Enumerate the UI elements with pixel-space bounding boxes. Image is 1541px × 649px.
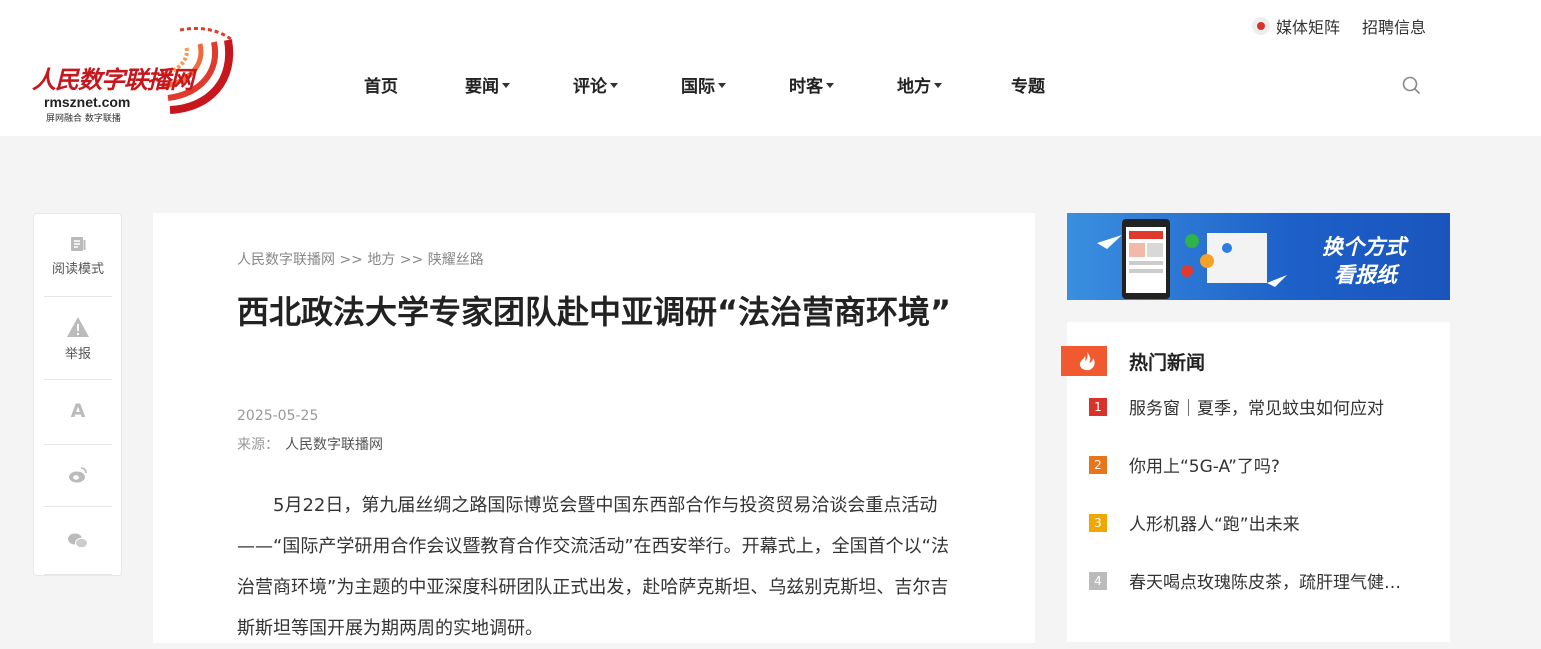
site-logo[interactable]: 人民数字联播网 rmsznet.com 屏网融合 数字联播 [30,20,240,125]
wechat-icon [68,533,88,549]
article-title: 西北政法大学专家团队赴中亚调研“法治营商环境” [237,293,952,331]
jobs-link[interactable]: 招聘信息 [1362,14,1426,38]
chevron-down-icon [934,82,942,88]
newspaper-app-illustration [1097,219,1287,299]
chevron-down-icon [718,82,726,88]
hot-item-link[interactable]: 服务窗｜夏季，常见蚊虫如何应对 [1129,399,1384,419]
nav-item-topics[interactable]: 专题 [1011,72,1045,97]
reading-mode-icon [71,237,86,251]
divider [44,444,112,445]
source-value: 人民数字联播网 [285,437,383,453]
source-label: 来源： [237,437,279,453]
chevron-down-icon [826,82,834,88]
report-label: 举报 [64,347,91,362]
logo-slogan: 屏网融合 数字联播 [46,114,121,124]
rank-badge: 1 [1089,398,1107,416]
weibo-icon [69,467,87,483]
site-header: 人民数字联播网 rmsznet.com 屏网融合 数字联播 媒体矩阵 招聘信息 … [0,0,1541,136]
font-size-button[interactable]: A [34,400,122,422]
nav-item-local[interactable]: 地方 [897,72,942,97]
read-newspaper-banner[interactable]: 换个方式 看报纸 [1067,213,1450,300]
hot-item-link[interactable]: 你用上“5G-A”了吗? [1129,457,1280,477]
rank-badge: 3 [1089,514,1107,532]
hot-news-title: 热门新闻 [1129,352,1206,374]
list-item[interactable]: 4 春天喝点玫瑰陈皮茶，疏肝理气健… [1089,568,1429,593]
divider [44,296,112,297]
hot-news-panel: 热门新闻 1 服务窗｜夏季，常见蚊虫如何应对 2 你用上“5G-A”了吗? 3 人形机… [1061,322,1450,642]
list-item[interactable]: 1 服务窗｜夏季，常见蚊虫如何应对 [1089,394,1429,419]
nav-item-commentary[interactable]: 评论 [573,72,618,97]
divider [44,379,112,380]
hot-item-link[interactable]: 春天喝点玫瑰陈皮茶，疏肝理气健… [1129,573,1401,593]
article-body: 5月22日，第九届丝绸之路国际博览会暨中国东西部合作与投资贸易洽谈会重点活动——… [237,495,949,639]
media-matrix-icon [1252,17,1270,35]
chevron-down-icon [502,82,510,88]
divider [44,574,112,575]
nav-item-headlines[interactable]: 要闻 [465,72,510,97]
rank-badge: 2 [1089,456,1107,474]
share-wechat-button[interactable] [34,532,122,554]
breadcrumb[interactable]: 人民数字联播网 >> 地方 >> 陕耀丝路 [237,249,484,269]
hot-item-link[interactable]: 人形机器人“跑”出未来 [1129,515,1300,535]
logo-domain: rmsznet.com [44,94,131,110]
top-links: 媒体矩阵 招聘信息 [1252,14,1426,38]
list-item[interactable]: 2 你用上“5G-A”了吗? [1089,452,1429,477]
reading-mode-label: 阅读模式 [51,262,104,277]
banner-caption: 换个方式 看报纸 [1322,233,1406,289]
fire-icon [1061,346,1107,376]
logo-chinese-name: 人民数字联播网 [32,66,194,94]
article-source: 来源： 人民数字联播网 [237,434,383,454]
reading-mode-button[interactable]: 阅读模式 [34,234,122,277]
warning-icon [67,317,89,337]
article-tools-sidebar: 阅读模式 举报 A [33,213,122,576]
nav-item-international[interactable]: 国际 [681,72,726,97]
rank-badge: 4 [1089,572,1107,590]
banner-line-1: 换个方式 [1322,235,1406,259]
media-matrix-link[interactable]: 媒体矩阵 [1276,14,1340,38]
search-icon[interactable] [1400,74,1422,96]
report-button[interactable]: 举报 [34,315,122,362]
article-panel: 人民数字联播网 >> 地方 >> 陕耀丝路 西北政法大学专家团队赴中亚调研“法治… [153,213,1035,643]
chevron-down-icon [610,82,618,88]
banner-line-2: 看报纸 [1334,263,1397,287]
nav-item-shike[interactable]: 时客 [789,72,834,97]
nav-item-home[interactable]: 首页 [364,72,398,97]
publish-date: 2025-05-25 [237,408,319,424]
list-item[interactable]: 3 人形机器人“跑”出未来 [1089,510,1429,535]
divider [44,506,112,507]
share-weibo-button[interactable] [34,466,122,488]
